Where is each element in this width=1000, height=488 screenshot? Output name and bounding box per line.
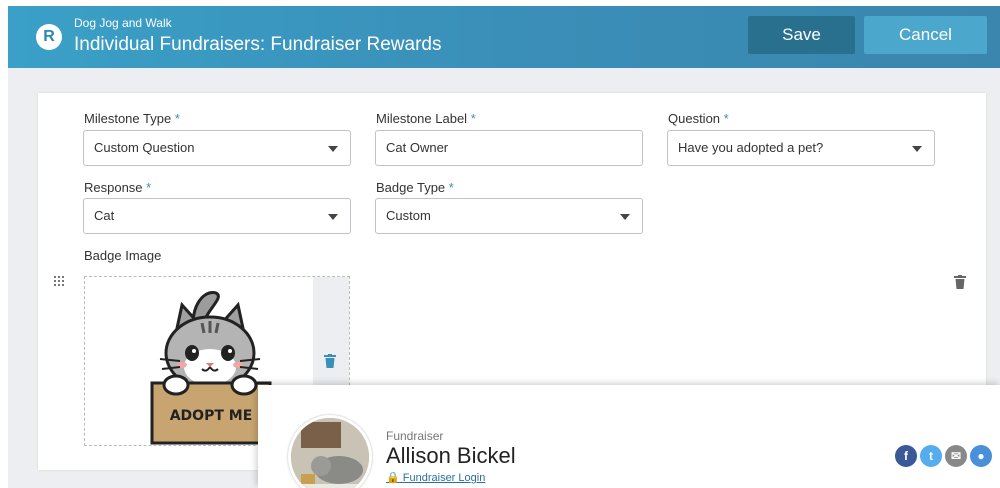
- badge-image-label: Badge Image: [84, 248, 162, 263]
- app-logo: R: [36, 24, 62, 50]
- badge-type-label: Badge Type *: [376, 180, 454, 195]
- response-label: Response *: [84, 180, 152, 195]
- milestone-label-label: Milestone Label *: [376, 111, 476, 126]
- page-header: R Dog Jog and Walk Individual Fundraiser…: [8, 6, 1000, 68]
- cancel-button[interactable]: Cancel: [864, 16, 987, 54]
- chevron-down-icon: [912, 146, 922, 152]
- chevron-down-icon: [328, 146, 338, 152]
- email-icon[interactable]: ✉: [945, 445, 967, 467]
- delete-milestone-icon[interactable]: [954, 275, 966, 289]
- chat-icon[interactable]: ●: [970, 445, 992, 467]
- save-button[interactable]: Save: [748, 16, 855, 54]
- fundraiser-role-label: Fundraiser: [386, 429, 444, 443]
- badge-box-text: ADOPT ME: [170, 408, 253, 424]
- delete-badge-image-icon[interactable]: [324, 354, 336, 368]
- drag-handle-icon[interactable]: [54, 276, 66, 288]
- fundraiser-preview: Fundraiser Allison Bickel 🔒 Fundraiser L…: [258, 385, 1000, 488]
- question-select[interactable]: Have you adopted a pet?: [667, 130, 935, 166]
- question-label: Question *: [668, 111, 729, 126]
- chevron-down-icon: [328, 214, 338, 220]
- milestone-type-select[interactable]: Custom Question: [83, 130, 351, 166]
- facebook-icon[interactable]: f: [895, 445, 917, 467]
- twitter-icon[interactable]: t: [920, 445, 942, 467]
- chevron-down-icon: [620, 214, 630, 220]
- milestone-type-label: Milestone Type *: [84, 111, 180, 126]
- fundraiser-avatar: [288, 415, 372, 488]
- fundraiser-name: Allison Bickel: [386, 443, 516, 468]
- milestone-label-input[interactable]: Cat Owner: [375, 130, 643, 166]
- fundraiser-login-link[interactable]: 🔒 Fundraiser Login: [386, 471, 485, 484]
- response-select[interactable]: Cat: [83, 198, 351, 234]
- org-name: Dog Jog and Walk: [74, 16, 172, 30]
- badge-type-select[interactable]: Custom: [375, 198, 643, 234]
- lock-icon: 🔒: [386, 472, 400, 484]
- page-title: Individual Fundraisers: Fundraiser Rewar…: [74, 34, 442, 55]
